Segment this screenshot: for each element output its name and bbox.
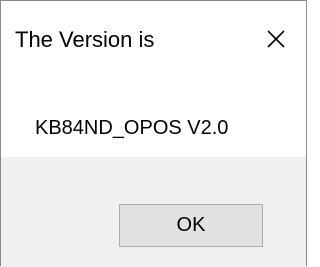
title-bar: The Version is — [1, 1, 306, 77]
dialog-title: The Version is — [15, 27, 155, 52]
close-button[interactable] — [256, 19, 296, 59]
ok-button[interactable]: OK — [119, 204, 263, 247]
dialog-content: KB84ND_OPOS V2.0 — [1, 77, 306, 157]
dialog-footer: OK — [1, 157, 306, 267]
version-message: KB84ND_OPOS V2.0 — [35, 117, 229, 139]
message-dialog: The Version is KB84ND_OPOS V2.0 OK — [0, 0, 307, 267]
close-icon — [267, 30, 285, 48]
